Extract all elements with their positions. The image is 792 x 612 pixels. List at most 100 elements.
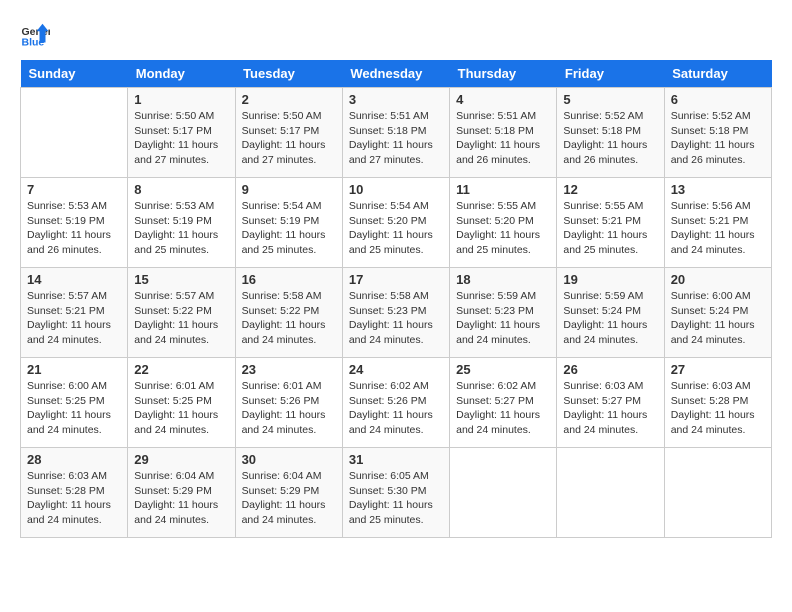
- header: General Blue: [20, 20, 772, 50]
- header-thursday: Thursday: [450, 60, 557, 88]
- day-info: Sunrise: 6:04 AMSunset: 5:29 PMDaylight:…: [242, 469, 336, 528]
- day-info: Sunrise: 5:59 AMSunset: 5:23 PMDaylight:…: [456, 289, 550, 348]
- calendar-cell: 8 Sunrise: 5:53 AMSunset: 5:19 PMDayligh…: [128, 178, 235, 268]
- day-number: 31: [349, 452, 443, 467]
- day-number: 17: [349, 272, 443, 287]
- header-saturday: Saturday: [664, 60, 771, 88]
- day-number: 28: [27, 452, 121, 467]
- calendar-cell: 22 Sunrise: 6:01 AMSunset: 5:25 PMDaylig…: [128, 358, 235, 448]
- header-friday: Friday: [557, 60, 664, 88]
- day-info: Sunrise: 5:53 AMSunset: 5:19 PMDaylight:…: [27, 199, 121, 258]
- calendar-cell: 31 Sunrise: 6:05 AMSunset: 5:30 PMDaylig…: [342, 448, 449, 538]
- calendar-cell: 11 Sunrise: 5:55 AMSunset: 5:20 PMDaylig…: [450, 178, 557, 268]
- day-number: 3: [349, 92, 443, 107]
- day-info: Sunrise: 5:57 AMSunset: 5:22 PMDaylight:…: [134, 289, 228, 348]
- day-info: Sunrise: 5:56 AMSunset: 5:21 PMDaylight:…: [671, 199, 765, 258]
- day-info: Sunrise: 5:58 AMSunset: 5:23 PMDaylight:…: [349, 289, 443, 348]
- day-number: 13: [671, 182, 765, 197]
- calendar-cell: 29 Sunrise: 6:04 AMSunset: 5:29 PMDaylig…: [128, 448, 235, 538]
- logo-icon: General Blue: [20, 20, 50, 50]
- day-info: Sunrise: 5:54 AMSunset: 5:19 PMDaylight:…: [242, 199, 336, 258]
- calendar-cell: 6 Sunrise: 5:52 AMSunset: 5:18 PMDayligh…: [664, 88, 771, 178]
- calendar-cell: 12 Sunrise: 5:55 AMSunset: 5:21 PMDaylig…: [557, 178, 664, 268]
- day-number: 18: [456, 272, 550, 287]
- calendar-table: SundayMondayTuesdayWednesdayThursdayFrid…: [20, 60, 772, 538]
- day-number: 22: [134, 362, 228, 377]
- calendar-body: 1 Sunrise: 5:50 AMSunset: 5:17 PMDayligh…: [21, 88, 772, 538]
- day-info: Sunrise: 5:58 AMSunset: 5:22 PMDaylight:…: [242, 289, 336, 348]
- calendar-cell: 25 Sunrise: 6:02 AMSunset: 5:27 PMDaylig…: [450, 358, 557, 448]
- day-info: Sunrise: 5:54 AMSunset: 5:20 PMDaylight:…: [349, 199, 443, 258]
- day-number: 16: [242, 272, 336, 287]
- day-info: Sunrise: 6:03 AMSunset: 5:27 PMDaylight:…: [563, 379, 657, 438]
- day-info: Sunrise: 5:55 AMSunset: 5:20 PMDaylight:…: [456, 199, 550, 258]
- day-number: 12: [563, 182, 657, 197]
- day-info: Sunrise: 6:00 AMSunset: 5:24 PMDaylight:…: [671, 289, 765, 348]
- day-info: Sunrise: 5:53 AMSunset: 5:19 PMDaylight:…: [134, 199, 228, 258]
- day-number: 14: [27, 272, 121, 287]
- day-info: Sunrise: 5:50 AMSunset: 5:17 PMDaylight:…: [242, 109, 336, 168]
- day-number: 11: [456, 182, 550, 197]
- week-row-1: 1 Sunrise: 5:50 AMSunset: 5:17 PMDayligh…: [21, 88, 772, 178]
- day-info: Sunrise: 5:55 AMSunset: 5:21 PMDaylight:…: [563, 199, 657, 258]
- calendar-cell: 13 Sunrise: 5:56 AMSunset: 5:21 PMDaylig…: [664, 178, 771, 268]
- day-info: Sunrise: 5:57 AMSunset: 5:21 PMDaylight:…: [27, 289, 121, 348]
- calendar-cell: 15 Sunrise: 5:57 AMSunset: 5:22 PMDaylig…: [128, 268, 235, 358]
- calendar-cell: 9 Sunrise: 5:54 AMSunset: 5:19 PMDayligh…: [235, 178, 342, 268]
- day-number: 8: [134, 182, 228, 197]
- calendar-cell: 5 Sunrise: 5:52 AMSunset: 5:18 PMDayligh…: [557, 88, 664, 178]
- day-number: 10: [349, 182, 443, 197]
- calendar-cell: 20 Sunrise: 6:00 AMSunset: 5:24 PMDaylig…: [664, 268, 771, 358]
- week-row-4: 21 Sunrise: 6:00 AMSunset: 5:25 PMDaylig…: [21, 358, 772, 448]
- day-number: 27: [671, 362, 765, 377]
- day-info: Sunrise: 5:59 AMSunset: 5:24 PMDaylight:…: [563, 289, 657, 348]
- calendar-cell: [21, 88, 128, 178]
- day-number: 25: [456, 362, 550, 377]
- day-info: Sunrise: 6:01 AMSunset: 5:26 PMDaylight:…: [242, 379, 336, 438]
- day-info: Sunrise: 6:00 AMSunset: 5:25 PMDaylight:…: [27, 379, 121, 438]
- header-monday: Monday: [128, 60, 235, 88]
- calendar-cell: [664, 448, 771, 538]
- calendar-cell: 21 Sunrise: 6:00 AMSunset: 5:25 PMDaylig…: [21, 358, 128, 448]
- calendar-cell: 24 Sunrise: 6:02 AMSunset: 5:26 PMDaylig…: [342, 358, 449, 448]
- day-info: Sunrise: 5:51 AMSunset: 5:18 PMDaylight:…: [456, 109, 550, 168]
- calendar-cell: 2 Sunrise: 5:50 AMSunset: 5:17 PMDayligh…: [235, 88, 342, 178]
- calendar-cell: 4 Sunrise: 5:51 AMSunset: 5:18 PMDayligh…: [450, 88, 557, 178]
- day-number: 23: [242, 362, 336, 377]
- day-number: 15: [134, 272, 228, 287]
- day-number: 4: [456, 92, 550, 107]
- calendar-cell: 19 Sunrise: 5:59 AMSunset: 5:24 PMDaylig…: [557, 268, 664, 358]
- day-number: 6: [671, 92, 765, 107]
- calendar-cell: 10 Sunrise: 5:54 AMSunset: 5:20 PMDaylig…: [342, 178, 449, 268]
- day-info: Sunrise: 6:03 AMSunset: 5:28 PMDaylight:…: [671, 379, 765, 438]
- day-number: 29: [134, 452, 228, 467]
- calendar-cell: 26 Sunrise: 6:03 AMSunset: 5:27 PMDaylig…: [557, 358, 664, 448]
- header-sunday: Sunday: [21, 60, 128, 88]
- day-number: 30: [242, 452, 336, 467]
- calendar-cell: [450, 448, 557, 538]
- header-wednesday: Wednesday: [342, 60, 449, 88]
- calendar-cell: 16 Sunrise: 5:58 AMSunset: 5:22 PMDaylig…: [235, 268, 342, 358]
- header-tuesday: Tuesday: [235, 60, 342, 88]
- calendar-cell: 3 Sunrise: 5:51 AMSunset: 5:18 PMDayligh…: [342, 88, 449, 178]
- day-number: 9: [242, 182, 336, 197]
- day-info: Sunrise: 5:50 AMSunset: 5:17 PMDaylight:…: [134, 109, 228, 168]
- day-info: Sunrise: 5:52 AMSunset: 5:18 PMDaylight:…: [671, 109, 765, 168]
- calendar-cell: 30 Sunrise: 6:04 AMSunset: 5:29 PMDaylig…: [235, 448, 342, 538]
- day-info: Sunrise: 5:51 AMSunset: 5:18 PMDaylight:…: [349, 109, 443, 168]
- week-row-5: 28 Sunrise: 6:03 AMSunset: 5:28 PMDaylig…: [21, 448, 772, 538]
- day-number: 24: [349, 362, 443, 377]
- day-number: 7: [27, 182, 121, 197]
- day-info: Sunrise: 6:01 AMSunset: 5:25 PMDaylight:…: [134, 379, 228, 438]
- calendar-cell: 27 Sunrise: 6:03 AMSunset: 5:28 PMDaylig…: [664, 358, 771, 448]
- day-info: Sunrise: 6:04 AMSunset: 5:29 PMDaylight:…: [134, 469, 228, 528]
- calendar-cell: 1 Sunrise: 5:50 AMSunset: 5:17 PMDayligh…: [128, 88, 235, 178]
- calendar-cell: 17 Sunrise: 5:58 AMSunset: 5:23 PMDaylig…: [342, 268, 449, 358]
- day-info: Sunrise: 6:03 AMSunset: 5:28 PMDaylight:…: [27, 469, 121, 528]
- logo: General Blue: [20, 20, 54, 50]
- day-number: 5: [563, 92, 657, 107]
- day-number: 19: [563, 272, 657, 287]
- day-info: Sunrise: 6:02 AMSunset: 5:26 PMDaylight:…: [349, 379, 443, 438]
- day-number: 1: [134, 92, 228, 107]
- day-info: Sunrise: 6:02 AMSunset: 5:27 PMDaylight:…: [456, 379, 550, 438]
